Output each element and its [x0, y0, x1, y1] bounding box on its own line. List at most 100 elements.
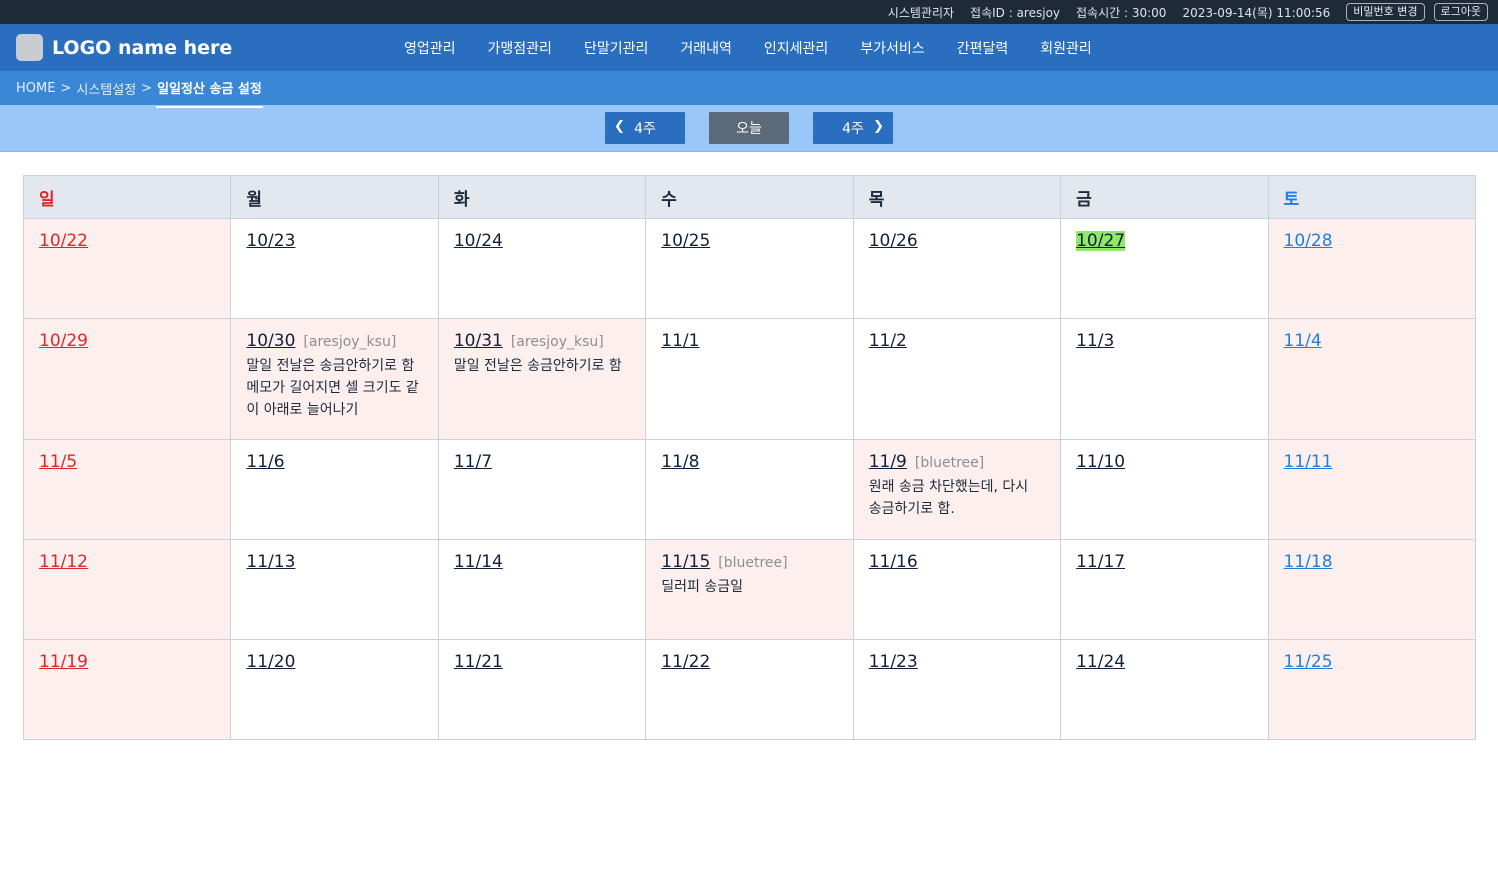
- calendar-date-link[interactable]: 10/24: [454, 231, 503, 251]
- logo[interactable]: LOGO name here: [16, 34, 232, 61]
- calendar-date-link[interactable]: 11/1: [661, 331, 699, 351]
- calendar-day-cell[interactable]: 11/20: [230, 639, 439, 740]
- logout-button[interactable]: 로그아웃: [1433, 3, 1488, 21]
- calendar-day-cell[interactable]: 11/11: [1267, 439, 1477, 540]
- calendar-day-cell[interactable]: 11/9 [bluetree] 원래 송금 차단했는데, 다시 송금하기로 함.: [852, 439, 1062, 540]
- calendar-date-link[interactable]: 11/7: [454, 452, 492, 472]
- calendar-day-cell[interactable]: 11/16: [852, 539, 1062, 640]
- calendar-day-cell[interactable]: 10/23: [230, 218, 439, 319]
- calendar-date-link[interactable]: 11/25: [1284, 652, 1333, 672]
- menu-item-merchants[interactable]: 가맹점관리: [472, 38, 568, 58]
- calendar-date-link[interactable]: 11/16: [869, 552, 918, 572]
- menu-item-terminals[interactable]: 단말기관리: [568, 38, 664, 58]
- calendar-day-cell[interactable]: 11/15 [bluetree] 딜러피 송금일: [645, 539, 854, 640]
- calendar-day-cell[interactable]: 10/30 [aresjoy_ksu] 말일 전날은 송금안하기로 함 메모가 길어…: [230, 318, 439, 440]
- calendar-date-link[interactable]: 10/22: [39, 231, 88, 251]
- session-timer: 접속시간 : 30:00: [1076, 5, 1167, 20]
- calendar-date-link[interactable]: 11/11: [1284, 452, 1333, 472]
- calendar-day-cell[interactable]: 11/10: [1060, 439, 1269, 540]
- calendar-date-link[interactable]: 11/23: [869, 652, 918, 672]
- calendar-date-link[interactable]: 11/17: [1076, 552, 1125, 572]
- menu-item-sales[interactable]: 영업관리: [388, 38, 472, 58]
- calendar-day-cell[interactable]: 10/27: [1060, 218, 1269, 319]
- calendar-day-cell[interactable]: 10/31 [aresjoy_ksu] 말일 전날은 송금안하기로 함: [437, 318, 647, 440]
- change-password-button[interactable]: 비밀번호 변경: [1346, 3, 1425, 21]
- menu-item-members[interactable]: 회원관리: [1024, 38, 1108, 58]
- calendar-date-link[interactable]: 11/15: [661, 552, 710, 572]
- calendar-date-link[interactable]: 11/5: [39, 452, 77, 472]
- calendar-day-cell[interactable]: 11/2: [852, 318, 1062, 440]
- weekday-mon: 월: [230, 175, 439, 219]
- calendar-date-link[interactable]: 11/20: [246, 652, 295, 672]
- next-4weeks-label: 4주: [842, 121, 864, 137]
- breadcrumb-separator: >: [141, 80, 153, 96]
- calendar-date-link[interactable]: 11/18: [1284, 552, 1333, 572]
- calendar-day-cell[interactable]: 11/7: [437, 439, 647, 540]
- calendar-day-cell[interactable]: 11/4: [1267, 318, 1477, 440]
- calendar-date-link[interactable]: 10/31: [454, 331, 503, 351]
- calendar-date-link[interactable]: 11/21: [454, 652, 503, 672]
- calendar-day-cell[interactable]: 11/22: [645, 639, 854, 740]
- breadcrumb-home[interactable]: HOME: [16, 81, 55, 96]
- calendar-grid: 일 월 화 수 목 금 토 10/22 10/23 10/24 10/25 10/26 1…: [22, 175, 1477, 740]
- menu-item-extra-services[interactable]: 부가서비스: [844, 38, 940, 58]
- calendar-date-link[interactable]: 11/24: [1076, 652, 1125, 672]
- weekday-wed: 수: [645, 175, 854, 219]
- calendar-day-cell[interactable]: 11/13: [230, 539, 439, 640]
- calendar-week-row: 10/29 10/30 [aresjoy_ksu] 말일 전날은 송금안하기로 함 메…: [22, 318, 1477, 440]
- menu-item-calendar[interactable]: 간편달력: [941, 38, 1025, 58]
- prev-4weeks-button[interactable]: ❮ 4주: [605, 112, 685, 144]
- calendar-date-link[interactable]: 10/28: [1284, 231, 1333, 251]
- calendar-week-row: 11/12 11/13 11/14 11/15 [bluetree] 딜러피 송금일 11/…: [22, 539, 1477, 640]
- calendar-date-link[interactable]: 10/27: [1076, 231, 1126, 251]
- calendar-day-cell[interactable]: 10/26: [852, 218, 1062, 319]
- calendar-date-link[interactable]: 11/13: [246, 552, 295, 572]
- memo-text: 원래 송금 차단했는데, 다시 송금하기로 함.: [868, 479, 1029, 517]
- breadcrumb-section[interactable]: 시스템설정: [76, 79, 136, 98]
- calendar-day-cell[interactable]: 10/22: [22, 218, 232, 319]
- calendar-date-link[interactable]: 11/2: [869, 331, 907, 351]
- calendar-date-link[interactable]: 10/25: [661, 231, 710, 251]
- calendar-date-link[interactable]: 11/22: [661, 652, 710, 672]
- calendar-day-cell[interactable]: 10/29: [22, 318, 232, 440]
- calendar-day-cell[interactable]: 11/3: [1060, 318, 1269, 440]
- calendar-day-cell[interactable]: 11/17: [1060, 539, 1269, 640]
- calendar-day-cell[interactable]: 11/5: [22, 439, 232, 540]
- calendar-day-cell[interactable]: 11/21: [437, 639, 647, 740]
- today-button[interactable]: 오늘: [709, 112, 789, 144]
- calendar-date-link[interactable]: 10/23: [246, 231, 295, 251]
- calendar-day-cell[interactable]: 11/12: [22, 539, 232, 640]
- calendar-day-cell[interactable]: 11/19: [22, 639, 232, 740]
- calendar-date-link[interactable]: 10/29: [39, 331, 88, 351]
- calendar-day-cell[interactable]: 10/28: [1267, 218, 1477, 319]
- menu-item-transactions[interactable]: 거래내역: [664, 38, 748, 58]
- calendar-day-cell[interactable]: 11/1: [645, 318, 854, 440]
- current-datetime: 2023-09-14(목) 11:00:56: [1182, 5, 1331, 20]
- calendar-day-cell[interactable]: 10/24: [437, 218, 647, 319]
- calendar-day-cell[interactable]: 11/14: [437, 539, 647, 640]
- calendar-day-cell[interactable]: 11/6: [230, 439, 439, 540]
- calendar-day-cell[interactable]: 10/25: [645, 218, 854, 319]
- calendar-date-link[interactable]: 11/9: [869, 452, 907, 472]
- calendar-day-cell[interactable]: 11/25: [1267, 639, 1477, 740]
- calendar-date-link[interactable]: 10/30: [246, 331, 295, 351]
- calendar-date-link[interactable]: 11/8: [661, 452, 699, 472]
- calendar-date-link[interactable]: 11/14: [454, 552, 503, 572]
- calendar-date-link[interactable]: 11/12: [39, 552, 88, 572]
- breadcrumb: HOME > 시스템설정 > 일일정산 송금 설정: [0, 71, 1498, 108]
- memo-author: [aresjoy_ksu]: [303, 334, 397, 350]
- calendar-date-link[interactable]: 11/4: [1284, 331, 1322, 351]
- calendar-day-cell[interactable]: 11/18: [1267, 539, 1477, 640]
- calendar-date-link[interactable]: 11/6: [246, 452, 284, 472]
- calendar-day-cell[interactable]: 11/8: [645, 439, 854, 540]
- calendar-date-link[interactable]: 11/10: [1076, 452, 1125, 472]
- weekday-fri: 금: [1060, 175, 1269, 219]
- calendar-day-cell[interactable]: 11/24: [1060, 639, 1269, 740]
- calendar-date-link[interactable]: 10/26: [869, 231, 918, 251]
- calendar-day-cell[interactable]: 11/23: [852, 639, 1062, 740]
- weekday-sun: 일: [22, 175, 232, 219]
- menu-item-stamp-tax[interactable]: 인지세관리: [748, 38, 844, 58]
- calendar-date-link[interactable]: 11/19: [39, 652, 88, 672]
- calendar-date-link[interactable]: 11/3: [1076, 331, 1114, 351]
- next-4weeks-button[interactable]: 4주 ❯: [813, 112, 893, 144]
